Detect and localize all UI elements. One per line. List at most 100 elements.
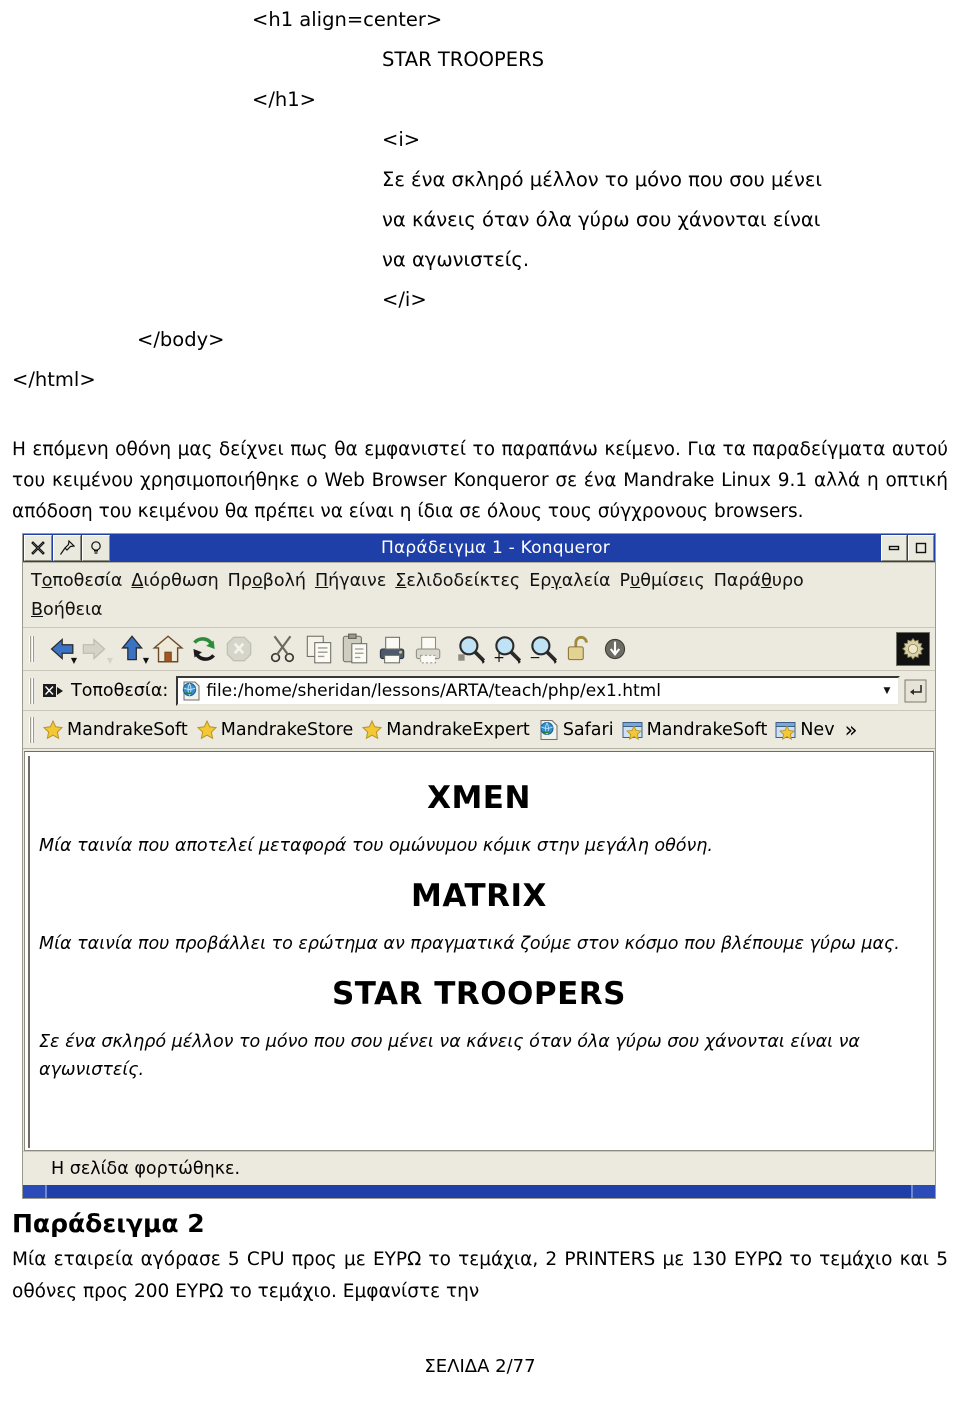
help-bulb-icon: [91, 541, 101, 554]
menu-item-ρυθμίσεις[interactable]: Ρυθμίσεις: [620, 567, 705, 596]
bookmark-item-nev[interactable]: Nev: [775, 719, 835, 741]
bookmark-label: MandrakeSoft: [646, 719, 768, 740]
menu-item-εργαλεία[interactable]: Εργαλεία: [529, 567, 610, 596]
zoom-out-button[interactable]: −: [526, 632, 560, 666]
menu-item-διόρθωση[interactable]: Διόρθωση: [131, 567, 218, 596]
code-line: Σε ένα σκληρό μέλλον το μόνο που σου μέν…: [382, 168, 822, 191]
bookmark-item-mandrakeexpert[interactable]: MandrakeExpert: [361, 719, 530, 741]
code-line: να κάνεις όταν όλα γύρω σου χάνονται είν…: [382, 208, 821, 231]
padlock-open-icon: [567, 636, 588, 661]
print-button[interactable]: [374, 632, 408, 666]
bookmark-label: Safari: [562, 719, 614, 740]
location-url-text: file:/home/sheridan/lessons/ARTA/teach/p…: [206, 680, 661, 701]
printer-icon: [379, 636, 405, 664]
globe-page-icon: [183, 681, 200, 700]
status-text: Η σελίδα φορτώθηκε.: [51, 1158, 241, 1179]
menu-item-παράθυρο[interactable]: Παράθυρο: [714, 567, 804, 596]
resize-handle-left[interactable]: [23, 1185, 45, 1198]
bookmark-item-mandrakesoft[interactable]: MandrakeSoft: [42, 719, 188, 741]
page-heading: XMEN: [427, 780, 531, 816]
resize-handle-right[interactable]: [913, 1185, 935, 1198]
back-button[interactable]: ▼: [42, 632, 77, 666]
konqueror-window: Παράδειγμα 1 - Konqueror Τοποθεσία Διόρθω…: [22, 533, 936, 1199]
go-enter-icon[interactable]: [903, 677, 929, 705]
copy-button[interactable]: [302, 632, 336, 666]
location-input[interactable]: file:/home/sheridan/lessons/ARTA/teach/p…: [176, 675, 900, 706]
example2-heading: Παράδειγμα 2: [12, 1209, 205, 1238]
globe-page-icon: [540, 719, 558, 740]
clipboard-paste-icon: [342, 633, 368, 664]
reload-button[interactable]: [186, 632, 220, 666]
code-line: </i>: [382, 288, 427, 311]
up-button[interactable]: ▼: [114, 632, 149, 666]
printer-preview-icon: [415, 636, 441, 664]
chevron-down-icon[interactable]: ▼: [143, 657, 149, 665]
window-bottom-border: [45, 1185, 913, 1198]
pin-icon: [60, 540, 75, 555]
find-button[interactable]: [454, 632, 488, 666]
stop-button[interactable]: [222, 632, 256, 666]
bookmarks-overflow-button[interactable]: »: [845, 718, 858, 742]
window-titlebar: Παράδειγμα 1 - Konqueror: [23, 534, 935, 563]
toolbar-buttons: ▼ ▼ ▼ + −: [42, 632, 634, 666]
page-paragraph: Μία ταινία που προβάλλει το ερώτημα αν π…: [39, 934, 900, 954]
print-preview-button[interactable]: [410, 632, 444, 666]
folder-star-icon: [775, 721, 796, 740]
whats-this-button[interactable]: [82, 535, 110, 561]
menu-item-σελιδοδείκτες[interactable]: Σελιδοδείκτες: [395, 567, 520, 596]
downloads-button[interactable]: [598, 632, 632, 666]
chevron-down-icon[interactable]: ▼: [107, 657, 113, 665]
page-content: XMEN Μία ταινία που αποτελεί μεταφορά του…: [25, 752, 933, 1084]
bookmark-item-mandrakestore[interactable]: MandrakeStore: [196, 719, 353, 741]
bookmark-item-safari[interactable]: Safari: [538, 719, 614, 741]
menu-item-προβολή[interactable]: Προβολή: [228, 567, 306, 596]
location-toolbar-grip[interactable]: [29, 677, 36, 704]
bookmark-item-mandrakesoft[interactable]: MandrakeSoft: [622, 719, 768, 741]
menubar: Τοποθεσία Διόρθωση Προβολή Πήγαινε Σελιδοδεί…: [23, 563, 935, 628]
magnifier-minus-icon: −: [529, 636, 558, 666]
reload-icon: [193, 637, 216, 661]
main-toolbar: ▼ ▼ ▼ + −: [23, 628, 935, 671]
svg-text:+: +: [493, 650, 505, 666]
code-line: </html>: [12, 368, 96, 391]
page-paragraph: Σε ένα σκληρό μέλλον το μόνο που σου μέν…: [39, 1032, 860, 1080]
window-bottom-frame: [23, 1185, 935, 1198]
chevron-down-icon[interactable]: ▼: [71, 657, 77, 665]
svg-text:−: −: [529, 650, 541, 666]
stop-icon: [226, 636, 252, 662]
bookmark-label: MandrakeSoft: [67, 719, 188, 740]
sticky-pin-button[interactable]: [53, 535, 81, 561]
page-heading: MATRIX: [411, 878, 547, 914]
konqueror-throbber[interactable]: [896, 632, 930, 666]
folder-star-icon: [622, 721, 643, 740]
minimize-button[interactable]: [881, 535, 907, 561]
toolbar-grip[interactable]: [29, 636, 36, 662]
code-line: </h1>: [252, 88, 317, 111]
menu-item-πήγαινε[interactable]: Πήγαινε: [315, 567, 386, 596]
menu-item-βοήθεια[interactable]: Βοήθεια: [31, 596, 102, 625]
intro-paragraph: Η επόμενη οθόνη μας δείχνει πως θα εμφαν…: [12, 439, 948, 522]
code-line: <i>: [382, 128, 421, 151]
code-line: <h1 align=center>: [252, 8, 443, 31]
page-paragraph: Μία ταινία που αποτελεί μεταφορά του ομώ…: [39, 836, 713, 856]
code-line: STAR TROOPERS: [382, 48, 545, 71]
security-button[interactable]: [562, 632, 596, 666]
page-view[interactable]: XMEN Μία ταινία που αποτελεί μεταφορά του…: [24, 751, 934, 1151]
page-footer: ΣΕΛΙΔΑ 2/77: [424, 1356, 536, 1377]
bookmark-label: Nev: [800, 719, 835, 740]
cut-button[interactable]: [266, 632, 300, 666]
close-button[interactable]: [24, 535, 52, 561]
download-arrow-icon: [604, 638, 626, 660]
chevron-down-icon[interactable]: ▼: [878, 686, 896, 696]
forward-button[interactable]: ▼: [78, 632, 113, 666]
maximize-button[interactable]: [908, 535, 934, 561]
code-line: να αγωνιστείς.: [382, 248, 530, 271]
statusbar: Η σελίδα φορτώθηκε.: [23, 1151, 935, 1185]
clear-location-icon[interactable]: [42, 682, 64, 700]
paste-button[interactable]: [338, 632, 372, 666]
home-button[interactable]: [150, 632, 184, 666]
menu-item-τοποθεσία[interactable]: Τοποθεσία: [31, 567, 122, 596]
text-cursor: [28, 756, 30, 1148]
bookmarks-toolbar-grip[interactable]: [29, 716, 36, 743]
zoom-in-button[interactable]: +: [490, 632, 524, 666]
